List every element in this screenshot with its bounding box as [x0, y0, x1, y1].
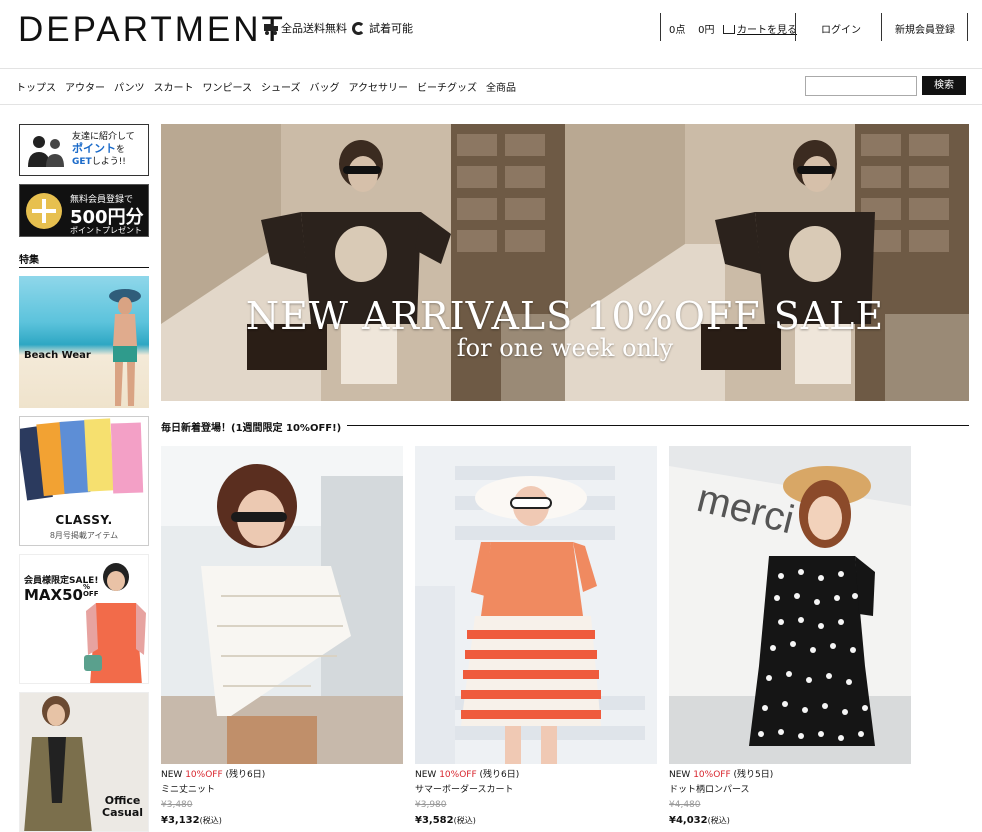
section-title: 毎日新着登場！(1週間限定 10%OFF!) [161, 419, 348, 434]
product-new-badge: NEW [669, 770, 691, 780]
product-discount-badge: 10%OFF [439, 770, 477, 780]
nav-item-skirt[interactable]: スカート [154, 79, 203, 94]
product-new-badge: NEW [161, 770, 183, 780]
refresh-icon [352, 21, 365, 35]
try-on-label: 試着可能 [369, 22, 413, 35]
category-nav: トップス アウター パンツ スカート ワンピース シューズ バッグ アクセサリー… [16, 79, 525, 94]
cart-summary: 0点 0円 [669, 21, 721, 36]
hero-subtitle: for one week only [456, 334, 674, 362]
product-old-price: ¥3,480 [161, 800, 193, 810]
hero-banner[interactable]: NEW ARRIVALS 10%OFF SALE for one week on… [161, 124, 969, 401]
gift-icon [26, 193, 62, 229]
product-name[interactable]: サマーボーダースカート [415, 783, 657, 798]
product-tax-label: (税込) [707, 816, 730, 825]
free-shipping-label: 全品送料無料 [281, 22, 347, 35]
truck-icon [264, 23, 279, 35]
classy-label: CLASSY. [55, 513, 113, 527]
office-casual-label: Office Casual [102, 795, 143, 819]
free-shipping-badge: 全品送料無料 [264, 20, 347, 36]
invite-friend-banner[interactable]: 友達に紹介して ポイントを GETしよう!! [19, 124, 149, 176]
product-new-badge: NEW [415, 770, 437, 780]
product-discount-badge: 10%OFF [693, 770, 731, 780]
header-divider-line [0, 68, 982, 69]
member-sale-banner[interactable]: 会員様限定SALE! MAX50% OFF [19, 554, 149, 684]
sale-model-image [84, 563, 146, 683]
invite-get-label: GET [72, 157, 92, 167]
register-point-banner[interactable]: 無料会員登録で 500円分 ポイントプレゼント [19, 184, 149, 237]
product-image[interactable] [161, 446, 403, 764]
product-image[interactable]: merci [669, 446, 911, 764]
cart-amount: 0円 [698, 25, 715, 36]
classy-sub-label: 8月号掲載アイテム [49, 531, 119, 540]
header-divider [967, 13, 968, 41]
office-label-line2: Casual [102, 806, 144, 819]
search-input[interactable] [805, 76, 917, 96]
member-sale-max-text: MAX50 [24, 586, 83, 604]
invite-wo-label: を [116, 145, 126, 155]
product-name[interactable]: ドット柄ロンパース [669, 783, 911, 798]
register-link[interactable]: 新規会員登録 [895, 21, 955, 36]
product-remaining-days: (残り6日) [225, 770, 266, 780]
classy-banner[interactable]: CLASSY. 8月号掲載アイテム [19, 416, 149, 546]
nav-divider-line [0, 104, 982, 105]
office-casual-banner[interactable]: Office Casual [19, 692, 149, 832]
nav-item-tops[interactable]: トップス [16, 79, 65, 94]
nav-item-onepiece[interactable]: ワンピース [203, 79, 262, 94]
cart-icon [723, 25, 735, 34]
product-tax-label: (税込) [453, 816, 476, 825]
product-price: ¥3,132 [161, 815, 200, 826]
product-tax-label: (税込) [199, 816, 222, 825]
product-price: ¥4,032 [669, 815, 708, 826]
product-info: NEW 10%OFF (残り6日) ミニ丈ニット ¥3,480 ¥3,132(税… [161, 768, 403, 829]
nav-item-all[interactable]: 全商品 [486, 79, 525, 94]
nav-item-shoes[interactable]: シューズ [261, 79, 310, 94]
office-model-image [24, 696, 92, 831]
header-divider [660, 13, 661, 41]
nav-item-outer[interactable]: アウター [65, 79, 114, 94]
feature-heading-underline [19, 267, 149, 268]
invite-shiyou-label: しよう!! [91, 157, 126, 167]
view-cart-label[interactable]: カートを見る [737, 25, 797, 36]
product-price: ¥3,582 [415, 815, 454, 826]
beach-wear-label: Beach Wear [24, 350, 91, 361]
product-old-price: ¥4,480 [669, 800, 701, 810]
product-old-price: ¥3,980 [415, 800, 447, 810]
nav-item-pants[interactable]: パンツ [114, 79, 154, 94]
clutch-bags-image [20, 418, 144, 501]
nav-item-beach-goods[interactable]: ビーチグッズ [417, 79, 486, 94]
try-on-badge: 試着可能 [352, 20, 413, 36]
product-info: NEW 10%OFF (残り6日) サマーボーダースカート ¥3,980 ¥3,… [415, 768, 657, 829]
beach-wear-banner[interactable]: Beach Wear [19, 276, 149, 408]
nav-item-accessory[interactable]: アクセサリー [349, 79, 418, 94]
product-name[interactable]: ミニ丈ニット [161, 783, 403, 798]
nav-item-bag[interactable]: バッグ [310, 79, 349, 94]
invite-point-label: ポイント [72, 142, 116, 155]
header-divider [795, 13, 796, 41]
login-link[interactable]: ログイン [821, 21, 861, 36]
cart-count: 0点 [669, 25, 686, 36]
beach-model-image [109, 289, 141, 406]
people-icon [28, 136, 64, 167]
product-image[interactable] [415, 446, 657, 764]
product-remaining-days: (残り6日) [479, 770, 520, 780]
search-button[interactable]: 検索 [922, 76, 966, 95]
feature-heading: 特集 [19, 255, 39, 266]
site-logo[interactable]: DEPARTMENT [18, 10, 286, 50]
register-banner-line3: ポイントプレゼント [70, 226, 142, 235]
product-info: NEW 10%OFF (残り5日) ドット柄ロンパース ¥4,480 ¥4,03… [669, 768, 911, 829]
product-remaining-days: (残り5日) [733, 770, 774, 780]
product-discount-badge: 10%OFF [185, 770, 223, 780]
hero-title: NEW ARRIVALS 10%OFF SALE [245, 294, 885, 338]
header-divider [881, 13, 882, 41]
view-cart-link[interactable]: カートを見る [723, 21, 797, 36]
